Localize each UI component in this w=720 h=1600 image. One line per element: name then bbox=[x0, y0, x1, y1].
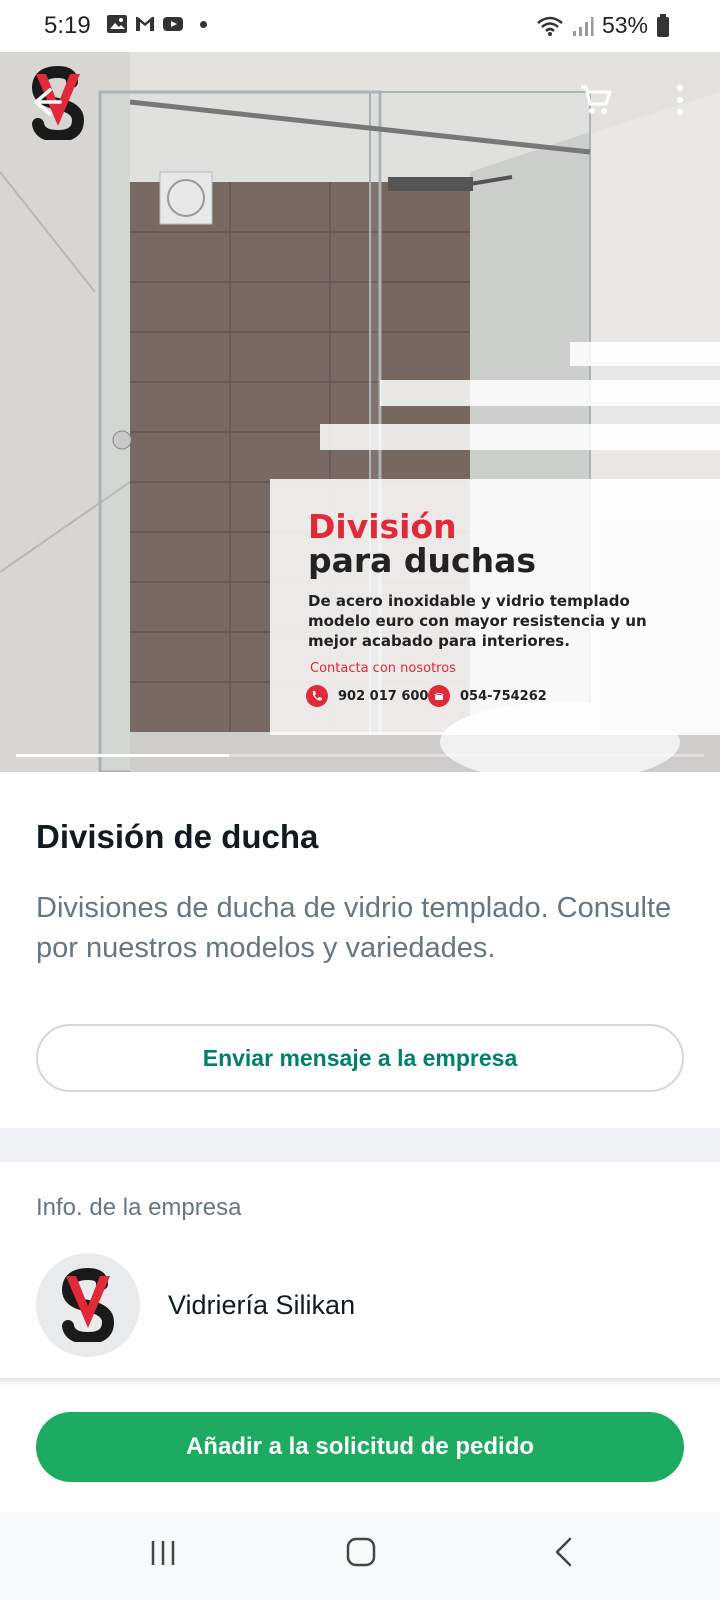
home-icon[interactable] bbox=[345, 1536, 377, 1568]
company-avatar bbox=[36, 1253, 140, 1357]
cart-icon[interactable] bbox=[578, 82, 614, 118]
company-name: Vidriería Silikan bbox=[168, 1289, 356, 1320]
company-info-label: Info. de la empresa bbox=[36, 1194, 242, 1221]
system-navigation-bar bbox=[0, 1512, 720, 1600]
product-title: División de ducha bbox=[36, 818, 319, 855]
promo-phone-number-2: 054-754262 bbox=[460, 688, 547, 704]
promo-banner: División para duchas De acero inoxidable… bbox=[270, 479, 720, 735]
bottom-panel-shadow bbox=[0, 1378, 720, 1386]
promo-contact-label: Contacta con nosotros bbox=[310, 661, 456, 676]
promo-phone-mobile: 902 017 600 bbox=[306, 685, 428, 707]
recent-apps-icon[interactable] bbox=[148, 1538, 178, 1568]
section-divider bbox=[0, 1128, 720, 1162]
nav-back-icon[interactable] bbox=[552, 1536, 576, 1568]
notification-icons bbox=[106, 14, 207, 34]
battery-icon bbox=[657, 13, 669, 37]
add-to-order-request-button[interactable]: Añadir a la solicitud de pedido bbox=[36, 1412, 684, 1482]
status-time: 5:19 bbox=[44, 12, 91, 39]
product-description: Divisiones de ducha de vidrio templado. … bbox=[36, 892, 672, 964]
company-row[interactable]: Vidriería Silikan bbox=[36, 1252, 684, 1358]
status-bar: 5:19 53% bbox=[0, 0, 720, 52]
promo-description: De acero inoxidable y vidrio templado mo… bbox=[308, 592, 647, 650]
battery-percentage: 53% bbox=[601, 12, 648, 38]
signal-icon bbox=[572, 16, 594, 36]
promo-phone-landline: 054-754262 bbox=[428, 685, 547, 707]
telephone-icon bbox=[428, 685, 450, 707]
more-notifications-dot bbox=[200, 20, 207, 28]
system-status: 53% bbox=[536, 12, 670, 39]
silikan-logo-icon bbox=[61, 1268, 115, 1342]
gmail-icon bbox=[136, 17, 154, 31]
promo-title: para duchas bbox=[308, 541, 537, 580]
back-arrow-icon[interactable] bbox=[22, 80, 66, 124]
carousel-progress bbox=[16, 754, 704, 757]
gallery-icon bbox=[107, 15, 127, 33]
message-business-button[interactable]: Enviar mensaje a la empresa bbox=[36, 1024, 684, 1092]
carousel-progress-fill bbox=[16, 754, 230, 757]
more-options-icon[interactable] bbox=[668, 82, 692, 118]
wifi-icon bbox=[537, 16, 563, 36]
phone-icon bbox=[306, 685, 328, 707]
youtube-icon bbox=[163, 17, 183, 31]
promo-phone-number-1: 902 017 600 bbox=[338, 688, 429, 704]
product-image-carousel[interactable]: División para duchas De acero inoxidable… bbox=[0, 52, 720, 772]
